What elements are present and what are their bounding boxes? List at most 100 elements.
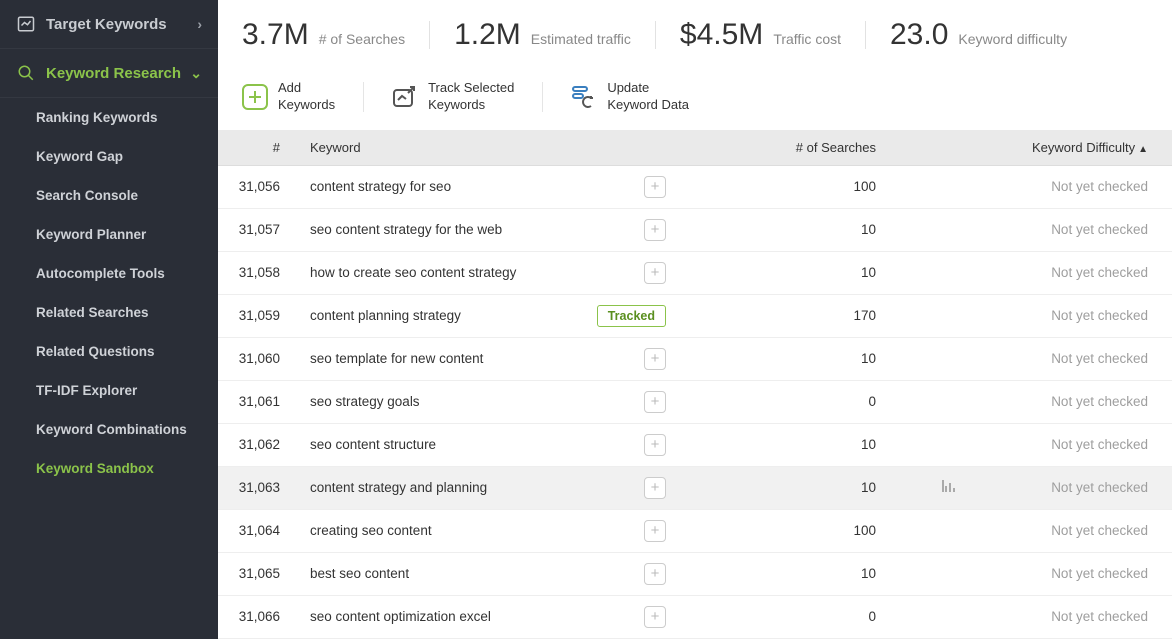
col-header-num[interactable]: #: [218, 130, 298, 166]
cell-num: 31,057: [218, 208, 298, 251]
action-label: Track SelectedKeywords: [428, 80, 514, 114]
cell-difficulty: Not yet checked: [898, 337, 1172, 380]
cell-difficulty: Not yet checked: [898, 509, 1172, 552]
metric-searches: 3.7M # of Searches: [242, 18, 405, 52]
sidebar-item-related-questions[interactable]: Related Questions: [0, 332, 218, 371]
table-row[interactable]: 31,057seo content strategy for the web+1…: [218, 208, 1172, 251]
keyword-text: seo strategy goals: [310, 394, 420, 409]
cell-keyword: creating seo content +: [298, 509, 678, 552]
cell-keyword: seo strategy goals +: [298, 380, 678, 423]
add-keyword-icon-button[interactable]: +: [644, 176, 666, 198]
plus-box-icon: [242, 84, 268, 110]
cell-keyword: seo template for new content +: [298, 337, 678, 380]
table-row[interactable]: 31,065best seo content+10Not yet checked: [218, 552, 1172, 595]
cell-difficulty: Not yet checked: [898, 466, 1172, 509]
table-row[interactable]: 31,058how to create seo content strategy…: [218, 251, 1172, 294]
sidebar-item-keyword-planner[interactable]: Keyword Planner: [0, 215, 218, 254]
add-keyword-icon-button[interactable]: +: [644, 219, 666, 241]
cell-num: 31,059: [218, 294, 298, 337]
add-keyword-icon-button[interactable]: +: [644, 563, 666, 585]
table-row[interactable]: 31,064creating seo content+100Not yet ch…: [218, 509, 1172, 552]
action-label: AddKeywords: [278, 80, 335, 114]
metric-value: $4.5M: [680, 18, 763, 52]
metric-label: Traffic cost: [773, 31, 841, 47]
col-header-difficulty[interactable]: Keyword Difficulty▲: [898, 130, 1172, 166]
cell-difficulty: Not yet checked: [898, 595, 1172, 638]
sidebar-section-target-keywords[interactable]: Target Keywords ›: [0, 0, 218, 49]
add-keyword-icon-button[interactable]: +: [644, 477, 666, 499]
sidebar-item-related-searches[interactable]: Related Searches: [0, 293, 218, 332]
add-keyword-icon-button[interactable]: +: [644, 606, 666, 628]
cell-searches: 10: [678, 251, 898, 294]
divider: [542, 82, 543, 112]
table-row[interactable]: 31,066seo content optimization excel+0No…: [218, 595, 1172, 638]
cell-keyword: content strategy for seo+: [298, 165, 678, 208]
table-row[interactable]: 31,063 content strategy and planning +10No…: [218, 466, 1172, 509]
main-panel: 3.7M # of Searches 1.2M Estimated traffi…: [218, 0, 1172, 639]
search-icon: [16, 63, 36, 83]
bar-chart-icon[interactable]: [931, 478, 961, 497]
actions-bar: AddKeywords Track SelectedKeywords Updat…: [218, 70, 1172, 130]
track-icon: [392, 84, 418, 110]
cell-keyword: best seo content +: [298, 552, 678, 595]
cell-searches: 10: [678, 208, 898, 251]
col-header-searches[interactable]: # of Searches: [678, 130, 898, 166]
table-row[interactable]: 31,056content strategy for seo+100Not ye…: [218, 165, 1172, 208]
add-keyword-icon-button[interactable]: +: [644, 348, 666, 370]
cell-difficulty: Not yet checked: [898, 380, 1172, 423]
keyword-text: best seo content: [310, 566, 409, 581]
cell-searches: 0: [678, 595, 898, 638]
add-keyword-icon-button[interactable]: +: [644, 434, 666, 456]
add-keyword-icon-button[interactable]: +: [644, 520, 666, 542]
keyword-text: seo content structure: [310, 437, 436, 452]
chevron-down-icon: ⌄: [190, 65, 202, 82]
cell-keyword: seo content structure +: [298, 423, 678, 466]
metric-value: 23.0: [890, 18, 948, 52]
sidebar-item-keyword-sandbox[interactable]: Keyword Sandbox: [0, 449, 218, 488]
sidebar-item-keyword-gap[interactable]: Keyword Gap: [0, 137, 218, 176]
tracked-badge: Tracked: [597, 305, 666, 327]
cell-num: 31,060: [218, 337, 298, 380]
cell-num: 31,066: [218, 595, 298, 638]
sidebar-item-search-console[interactable]: Search Console: [0, 176, 218, 215]
refresh-data-icon: [571, 84, 597, 110]
cell-num: 31,063: [218, 466, 298, 509]
cell-keyword: seo content strategy for the web+: [298, 208, 678, 251]
sidebar-item-ranking-keywords[interactable]: Ranking Keywords: [0, 98, 218, 137]
add-keyword-icon-button[interactable]: +: [644, 391, 666, 413]
add-keyword-icon-button[interactable]: +: [644, 262, 666, 284]
cell-num: 31,062: [218, 423, 298, 466]
table-header-row: # Keyword # of Searches Keyword Difficul…: [218, 130, 1172, 166]
divider: [865, 21, 866, 49]
cell-difficulty: Not yet checked: [898, 423, 1172, 466]
table-row[interactable]: 31,059content planning strategyTracked17…: [218, 294, 1172, 337]
cell-difficulty: Not yet checked: [898, 208, 1172, 251]
sidebar-item-tfidf-explorer[interactable]: TF-IDF Explorer: [0, 371, 218, 410]
table-row[interactable]: 31,060 seo template for new content +10Not…: [218, 337, 1172, 380]
metric-value: 3.7M: [242, 18, 309, 52]
sidebar-sub-items: Ranking Keywords Keyword Gap Search Cons…: [0, 98, 218, 494]
keyword-text: content strategy and planning: [310, 480, 487, 495]
chart-line-icon: [16, 14, 36, 34]
cell-num: 31,065: [218, 552, 298, 595]
table-row[interactable]: 31,062seo content structure+10Not yet ch…: [218, 423, 1172, 466]
cell-searches: 10: [678, 337, 898, 380]
table-row[interactable]: 31,061seo strategy goals+0Not yet checke…: [218, 380, 1172, 423]
cell-searches: 0: [678, 380, 898, 423]
update-keyword-data-button[interactable]: UpdateKeyword Data: [571, 80, 689, 114]
add-keywords-button[interactable]: AddKeywords: [242, 80, 335, 114]
cell-num: 31,064: [218, 509, 298, 552]
col-header-keyword[interactable]: Keyword: [298, 130, 678, 166]
cell-difficulty: Not yet checked: [898, 165, 1172, 208]
track-selected-button[interactable]: Track SelectedKeywords: [392, 80, 514, 114]
keyword-text: creating seo content: [310, 523, 432, 538]
cell-difficulty: Not yet checked: [898, 251, 1172, 294]
app-root: Target Keywords › Keyword Research ⌄ Ran…: [0, 0, 1172, 639]
keyword-text: content planning strategy: [310, 308, 461, 323]
cell-searches: 10: [678, 466, 898, 509]
keyword-text: seo template for new content: [310, 351, 483, 366]
table-body: 31,056content strategy for seo+100Not ye…: [218, 165, 1172, 638]
sidebar-item-keyword-combinations[interactable]: Keyword Combinations: [0, 410, 218, 449]
sidebar-item-autocomplete-tools[interactable]: Autocomplete Tools: [0, 254, 218, 293]
sidebar-section-keyword-research[interactable]: Keyword Research ⌄: [0, 49, 218, 98]
